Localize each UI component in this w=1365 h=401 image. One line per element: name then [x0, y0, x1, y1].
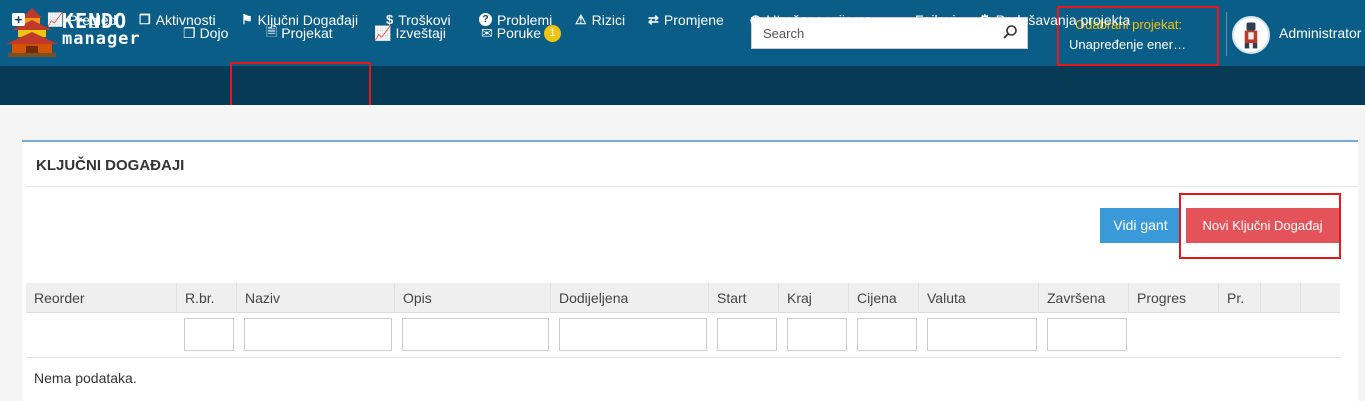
- column-header-extra: [1300, 283, 1340, 313]
- filter-cijena-input[interactable]: [857, 318, 917, 351]
- clock-icon: ◷: [750, 11, 762, 27]
- subnav-aktivnosti[interactable]: ❐ Aktivnosti: [139, 0, 216, 39]
- table-header: Reorder R.br. Naziv Opis Dodijeljena Sta…: [26, 283, 1340, 313]
- column-header-kraj[interactable]: Kraj: [778, 283, 848, 313]
- dollar-icon: $: [386, 12, 394, 27]
- filter-zavrsena-input[interactable]: [1047, 318, 1127, 351]
- column-header-pr[interactable]: Pr.: [1218, 283, 1260, 313]
- filter-valuta-input[interactable]: [927, 318, 1037, 351]
- column-header-reorder[interactable]: Reorder: [26, 283, 176, 313]
- new-milestone-button[interactable]: Novi Ključni Događaj: [1186, 208, 1339, 243]
- subnav-troskovi-label: Troškovi: [398, 11, 451, 28]
- folder-icon: ▬: [897, 12, 910, 27]
- plus-square-icon: +: [12, 13, 25, 26]
- navbar-divider: [1226, 12, 1227, 56]
- filter-kraj-input[interactable]: [787, 318, 847, 351]
- column-header-opis[interactable]: Opis: [394, 283, 550, 313]
- panel-divider: [26, 186, 1358, 187]
- filter-start-input[interactable]: [717, 318, 777, 351]
- subnav-utroseno-vrijeme-label: Utrošeno vrijeme: [766, 11, 873, 28]
- column-header-rbr[interactable]: R.br.: [176, 283, 236, 313]
- subnav-pregled[interactable]: 📈 Pregled: [47, 0, 116, 39]
- table-empty-message: Nema podataka.: [34, 370, 137, 386]
- table-filter-row: [26, 313, 1340, 358]
- column-header-start[interactable]: Start: [708, 283, 778, 313]
- column-header-actions: [1260, 283, 1300, 313]
- column-header-naziv[interactable]: Naziv: [236, 283, 394, 313]
- user-name[interactable]: Administrator: [1279, 25, 1361, 41]
- subnav-pregled-label: Pregled: [68, 11, 117, 28]
- filter-dodijeljena-input[interactable]: [559, 318, 707, 351]
- column-header-cijena[interactable]: Cijena: [848, 283, 918, 313]
- column-header-valuta[interactable]: Valuta: [918, 283, 1038, 313]
- question-circle-icon: ?: [479, 13, 492, 26]
- gears-icon: ⚙: [979, 11, 991, 27]
- subnav-kljucni-dogadjaji-label: Ključni Događaji: [257, 11, 359, 28]
- subnav-promjene-label: Promjene: [663, 11, 724, 28]
- warning-icon: ⚠: [575, 11, 587, 27]
- milestones-panel: [22, 140, 1358, 401]
- subnav-rizici[interactable]: ⚠ Rizici: [575, 0, 625, 39]
- column-header-dodijeljena[interactable]: Dodijeljena: [550, 283, 708, 313]
- column-header-progres[interactable]: Progres: [1128, 283, 1218, 313]
- subnav-problemi-label: Problemi: [497, 11, 553, 28]
- avatar[interactable]: [1232, 16, 1270, 54]
- column-header-zavrsena[interactable]: Završena: [1038, 283, 1128, 313]
- subnav-podesavanja[interactable]: ⚙ Podešavanja projekta: [979, 0, 1130, 39]
- copy-icon: ❐: [139, 11, 151, 27]
- line-chart-icon: 📈: [47, 11, 64, 27]
- subnav-add[interactable]: +: [12, 0, 30, 39]
- flag-icon: ⚑: [241, 11, 253, 27]
- subnav-utroseno-vrijeme[interactable]: ◷ Utrošeno vrijeme: [750, 0, 872, 39]
- filter-opis-input[interactable]: [402, 318, 549, 351]
- filter-rbr-input[interactable]: [184, 318, 234, 351]
- subnav-problemi[interactable]: ? Problemi: [479, 0, 552, 39]
- subnav-podesavanja-label: Podešavanja projekta: [995, 11, 1131, 28]
- subnav-fajlovi-label: Fajlovi: [915, 11, 956, 28]
- subnav-aktivnosti-label: Aktivnosti: [155, 11, 216, 28]
- view-gantt-button[interactable]: Vidi gant: [1100, 208, 1181, 243]
- filter-naziv-input[interactable]: [244, 318, 392, 351]
- subnav-rizici-label: Rizici: [591, 11, 626, 28]
- user-avatar-icon: [1244, 22, 1258, 49]
- subnav-promjene[interactable]: ⇄ Promjene: [648, 0, 724, 39]
- subnav-kljucni-dogadjaji[interactable]: ⚑ Ključni Događaji: [241, 0, 358, 39]
- subnav-fajlovi[interactable]: ▬ Fajlovi: [897, 0, 955, 39]
- page-title: KLJUČNI DOGAĐAJI: [36, 157, 185, 174]
- subnav-troskovi[interactable]: $ Troškovi: [386, 0, 451, 39]
- project-subnav: [0, 66, 1365, 105]
- exchange-icon: ⇄: [648, 11, 659, 27]
